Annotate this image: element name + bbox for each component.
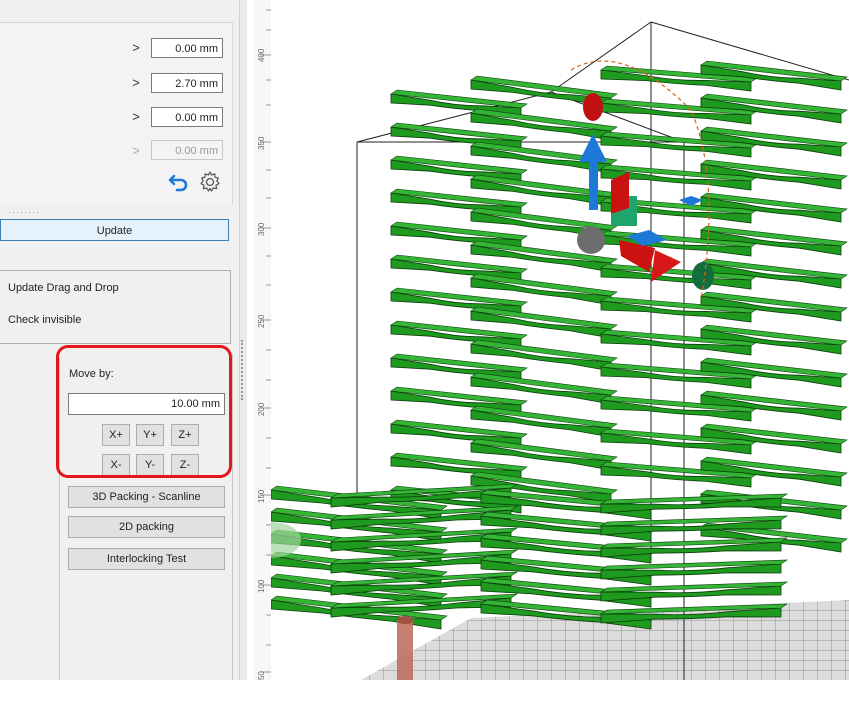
offset-field-2[interactable]: 2.70 mm	[151, 73, 223, 93]
move-y-minus-button[interactable]: Y-	[136, 454, 164, 476]
move-x-plus-button[interactable]: X+	[102, 424, 130, 446]
support-cylinder	[397, 620, 413, 680]
move-x-minus-button[interactable]: X-	[102, 454, 130, 476]
expand-row-4-arrow: >	[132, 143, 140, 158]
expand-row-1-arrow[interactable]: >	[130, 40, 142, 55]
offset-field-4: 0.00 mm	[151, 140, 223, 160]
move-by-label: Move by:	[69, 368, 114, 380]
center-sphere-icon[interactable]	[577, 226, 605, 254]
rotate-handle-icon[interactable]	[583, 93, 603, 121]
update-button[interactable]: Update	[0, 219, 229, 241]
expand-row-3-arrow[interactable]: >	[130, 109, 142, 124]
ruler-label: 100	[257, 579, 266, 593]
scene-canvas[interactable]	[271, 0, 849, 680]
panel-border	[232, 354, 233, 680]
panel-divider	[59, 358, 60, 680]
faded-part	[271, 522, 301, 558]
move-z-minus-button[interactable]: Z-	[171, 454, 199, 476]
ruler-label: 400	[257, 48, 266, 62]
move-z-arrow-icon[interactable]	[589, 160, 598, 210]
ruler-label: 150	[257, 489, 266, 503]
3d-viewport[interactable]	[271, 0, 849, 680]
gear-icon[interactable]	[198, 170, 222, 194]
offset-field-3[interactable]: 0.00 mm	[151, 107, 223, 127]
panel-grip[interactable]: ········	[8, 207, 40, 217]
interlocking-test-button[interactable]: Interlocking Test	[68, 548, 225, 570]
offset-field-1[interactable]: 0.00 mm	[151, 38, 223, 58]
expand-row-2-arrow[interactable]: >	[130, 75, 142, 90]
ruler-label: 200	[257, 402, 266, 416]
ruler-label: 300	[257, 222, 266, 236]
packing-2d-button[interactable]: 2D packing	[68, 516, 225, 538]
check-invisible-option[interactable]: Check invisible	[8, 314, 81, 326]
move-z-plus-button[interactable]: Z+	[171, 424, 199, 446]
bottom-margin	[0, 680, 849, 701]
ruler-label: 250	[257, 314, 266, 328]
splitter-grip[interactable]	[241, 340, 245, 400]
ruler-label: 50	[257, 671, 266, 680]
undo-arrow-icon[interactable]	[168, 170, 190, 192]
ruler-label: 350	[257, 136, 266, 150]
update-drag-drop-option[interactable]: Update Drag and Drop	[8, 282, 119, 294]
move-y-plus-button[interactable]: Y+	[136, 424, 164, 446]
vertical-ruler: 400 350 300 250 200 150 100 50	[254, 0, 272, 680]
packing-3d-scanline-button[interactable]: 3D Packing - Scanline	[68, 486, 225, 508]
move-by-field[interactable]: 10.00 mm	[68, 393, 225, 415]
